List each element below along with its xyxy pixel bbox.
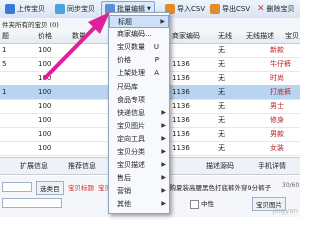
annotation-arrow-icon — [43, 12, 110, 80]
